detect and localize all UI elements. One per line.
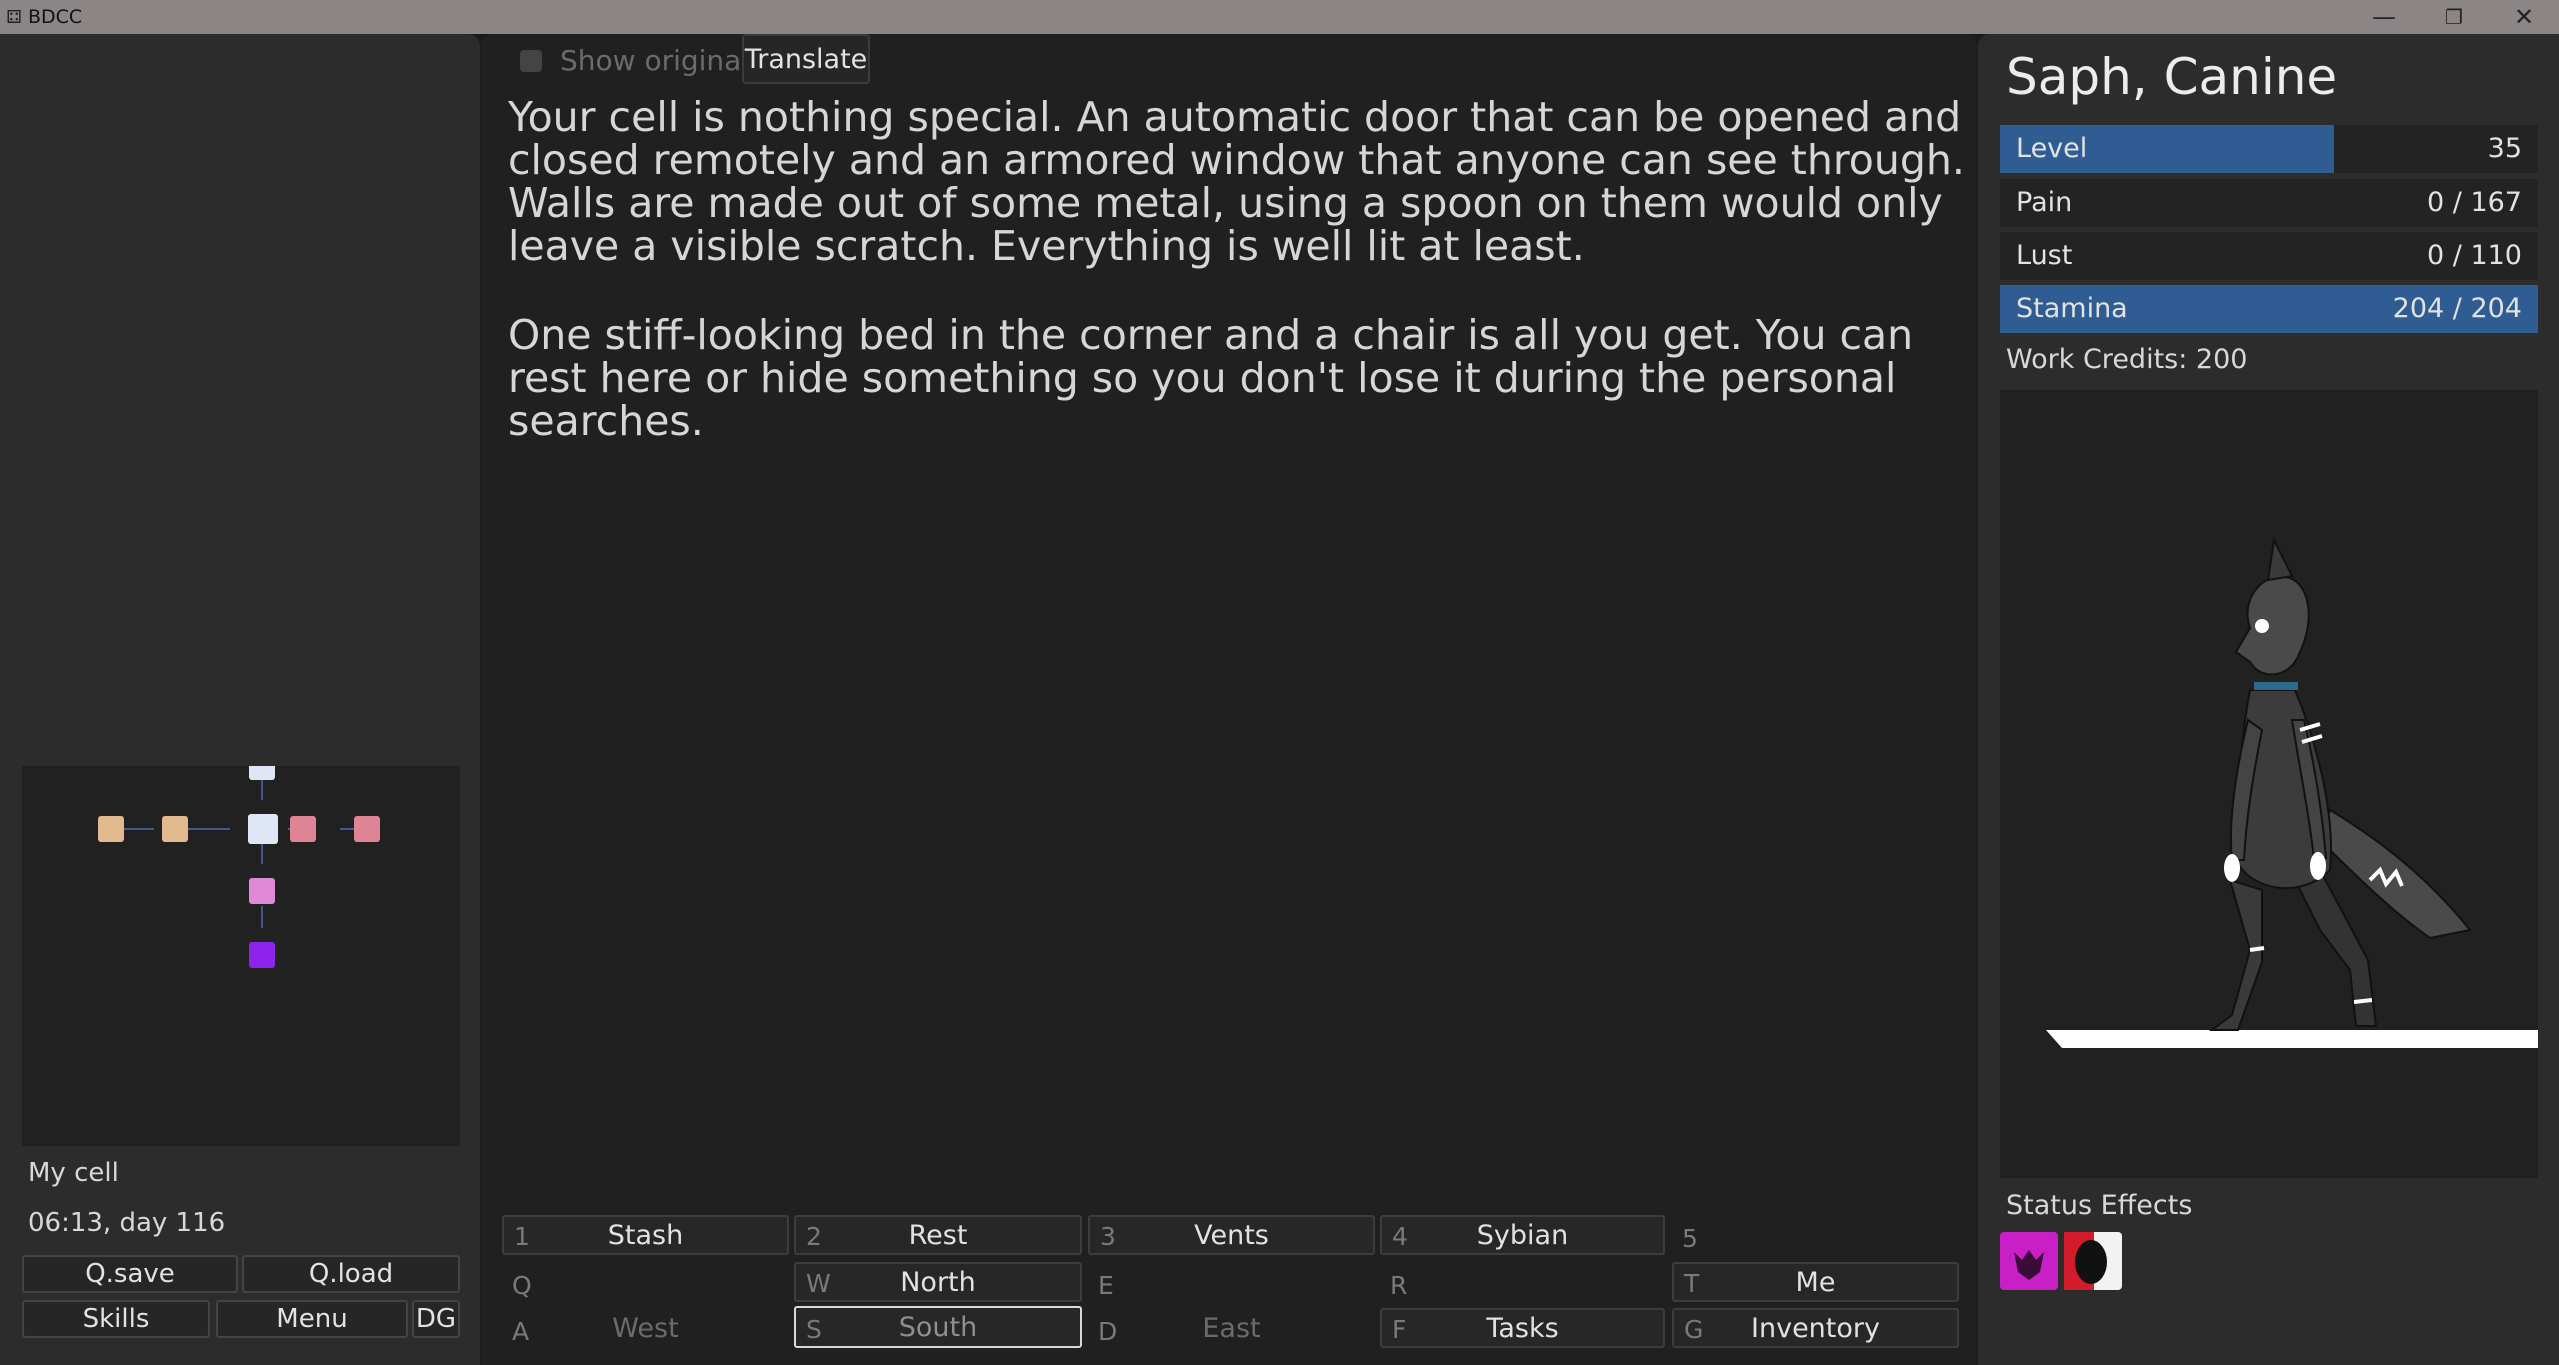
map-room-north bbox=[249, 766, 275, 780]
action-east-button[interactable]: D East bbox=[1088, 1308, 1375, 1348]
action-rest-button[interactable]: 2 Rest bbox=[794, 1215, 1082, 1255]
character-name: Saph, Canine bbox=[2006, 48, 2338, 106]
stat-value: 35 bbox=[2487, 133, 2522, 164]
map-link bbox=[261, 780, 263, 800]
map-link bbox=[261, 906, 263, 928]
map-link bbox=[261, 842, 263, 864]
show-original-checkbox[interactable] bbox=[520, 49, 542, 72]
map-room-far-east bbox=[354, 816, 380, 842]
action-west-button[interactable]: A West bbox=[502, 1308, 789, 1348]
map-room-west bbox=[162, 816, 188, 842]
action-slot-5: 5 bbox=[1682, 1224, 1698, 1253]
stat-pain-bar: Pain 0 / 167 bbox=[2000, 179, 2538, 227]
menu-button[interactable]: Menu bbox=[216, 1300, 408, 1338]
map-link bbox=[122, 828, 154, 830]
window-titlebar: ⚃ BDCC — ❐ ✕ bbox=[0, 0, 2559, 34]
stat-level-bar: Level 35 bbox=[2000, 125, 2538, 173]
collar-icon[interactable] bbox=[2064, 1232, 2122, 1290]
map-link bbox=[186, 828, 230, 830]
stat-value: 0 / 167 bbox=[2427, 187, 2522, 218]
skills-button[interactable]: Skills bbox=[22, 1300, 210, 1338]
stat-lust-bar: Lust 0 / 110 bbox=[2000, 232, 2538, 280]
quick-save-button[interactable]: Q.save bbox=[22, 1255, 238, 1293]
restore-button[interactable]: ❐ bbox=[2419, 0, 2489, 34]
minimap bbox=[22, 766, 460, 1146]
stat-label: Level bbox=[2016, 133, 2088, 164]
action-south-button[interactable]: S South bbox=[794, 1306, 1082, 1348]
game-time: 06:13, day 116 bbox=[28, 1208, 226, 1238]
stat-label: Stamina bbox=[2016, 293, 2128, 324]
action-slot-e: E bbox=[1098, 1271, 1114, 1300]
stat-value: 0 / 110 bbox=[2427, 240, 2522, 271]
action-inventory-button[interactable]: G Inventory bbox=[1672, 1308, 1959, 1348]
map-room-far-west bbox=[98, 816, 124, 842]
map-room-current bbox=[248, 814, 278, 844]
story-paragraph: Your cell is nothing special. An automat… bbox=[508, 93, 1965, 270]
location-name: My cell bbox=[28, 1158, 119, 1188]
demon-mark-icon[interactable] bbox=[2000, 1232, 2058, 1290]
stat-value: 204 / 204 bbox=[2392, 293, 2522, 324]
stat-stamina-bar: Stamina 204 / 204 bbox=[2000, 285, 2538, 333]
action-tasks-button[interactable]: F Tasks bbox=[1380, 1308, 1665, 1348]
app-icon: ⚃ bbox=[6, 6, 22, 28]
action-vents-button[interactable]: 3 Vents bbox=[1088, 1215, 1375, 1255]
show-original-toggle[interactable]: Show original bbox=[520, 44, 749, 77]
action-stash-button[interactable]: 1 Stash bbox=[502, 1215, 789, 1255]
canine-character-sprite bbox=[2046, 536, 2538, 1048]
character-portrait bbox=[2000, 390, 2538, 1178]
work-credits: Work Credits: 200 bbox=[2006, 344, 2248, 375]
action-slot-q: Q bbox=[512, 1271, 532, 1300]
story-text: Your cell is nothing special. An automat… bbox=[508, 96, 1968, 489]
show-original-label: Show original bbox=[560, 44, 750, 77]
stat-label: Lust bbox=[2016, 240, 2073, 271]
map-room-far-south bbox=[249, 942, 275, 968]
map-room-east bbox=[290, 816, 316, 842]
minimize-button[interactable]: — bbox=[2349, 0, 2419, 34]
dg-button[interactable]: DG bbox=[412, 1300, 460, 1338]
action-sybian-button[interactable]: 4 Sybian bbox=[1380, 1215, 1665, 1255]
action-north-button[interactable]: W North bbox=[794, 1262, 1082, 1302]
map-room-south bbox=[249, 878, 275, 904]
stat-label: Pain bbox=[2016, 187, 2073, 218]
close-button[interactable]: ✕ bbox=[2489, 0, 2559, 34]
action-me-button[interactable]: T Me bbox=[1672, 1262, 1959, 1302]
story-paragraph: One stiff-looking bed in the corner and … bbox=[508, 311, 1914, 445]
translate-button[interactable]: Translate bbox=[742, 34, 870, 84]
window-title: BDCC bbox=[28, 6, 83, 28]
action-slot-r: R bbox=[1390, 1271, 1408, 1300]
status-effects-title: Status Effects bbox=[2006, 1190, 2193, 1221]
quick-load-button[interactable]: Q.load bbox=[242, 1255, 460, 1293]
